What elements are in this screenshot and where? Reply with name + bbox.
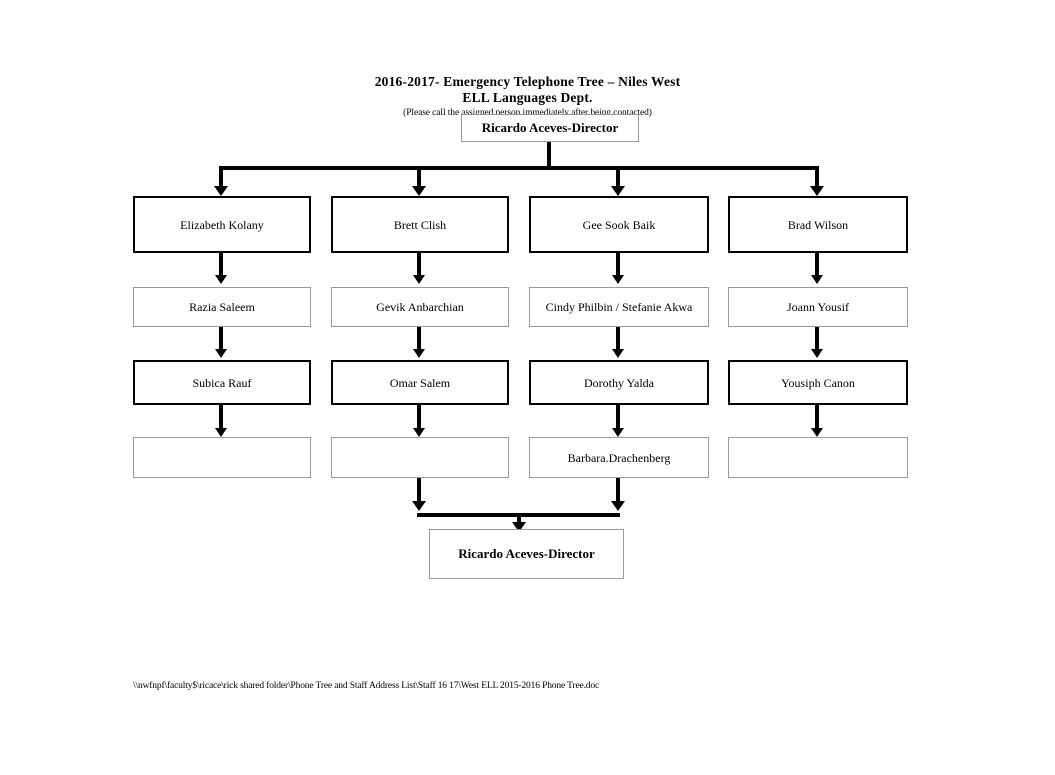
arrow-head-col2	[412, 186, 426, 196]
footer-file-path: \\nwfnpf\faculty$\ricace\rick shared fol…	[133, 681, 600, 691]
node-label: Joann Yousif	[786, 300, 849, 314]
node-r1c1: Elizabeth Kolany	[133, 196, 311, 253]
connector-r3c2-r4c2	[417, 405, 421, 430]
node-label: Brett Clish	[393, 217, 447, 232]
node-r1c3: Gee Sook Baik	[529, 196, 709, 253]
node-label: Gee Sook Baik	[582, 217, 656, 232]
node-r4c4	[728, 437, 908, 478]
arrow-head-r3c4	[811, 349, 823, 358]
node-label: Gevik Anbarchian	[376, 300, 464, 314]
connector-root-stub	[547, 142, 551, 166]
node-bottom-director: Ricardo Aceves-Director	[429, 529, 624, 579]
node-label: Barbara.Drachenberg	[567, 450, 671, 465]
connector-drop-col1	[219, 166, 223, 188]
node-r4c3: Barbara.Drachenberg	[529, 437, 709, 478]
node-label: Yousiph Canon	[781, 375, 855, 390]
connector-r3c3-r4c3	[616, 405, 620, 430]
node-r4c2	[331, 437, 509, 478]
arrow-head-r2c4	[811, 275, 823, 284]
arrow-head-converge-right	[611, 501, 625, 511]
page-title-line-2: ELL Languages Dept.	[462, 90, 593, 105]
node-r3c1: Subica Rauf	[133, 360, 311, 405]
node-label: Ricardo Aceves-Director	[458, 546, 595, 561]
arrow-head-converge-left	[412, 501, 426, 511]
arrow-head-r2c1	[215, 275, 227, 284]
node-r4c1	[133, 437, 311, 478]
node-r3c2: Omar Salem	[331, 360, 509, 405]
connector-r1c3-r2c3	[616, 253, 620, 277]
node-label: Omar Salem	[389, 375, 451, 390]
phone-tree-diagram: 2016-2017- Emergency Telephone Tree – Ni…	[0, 0, 1055, 775]
arrow-head-r4c3	[612, 428, 624, 437]
connector-r1c4-r2c4	[815, 253, 819, 277]
connector-distribution-bar	[221, 166, 819, 170]
arrow-head-r2c3	[612, 275, 624, 284]
node-r3c3: Dorothy Yalda	[529, 360, 709, 405]
arrow-head-r3c2	[413, 349, 425, 358]
connector-r2c4-r3c4	[815, 327, 819, 351]
arrow-head-r4c2	[413, 428, 425, 437]
connector-r3c4-r4c4	[815, 405, 819, 430]
arrow-head-col1	[214, 186, 228, 196]
node-r1c4: Brad Wilson	[728, 196, 908, 253]
node-r2c4: Joann Yousif	[728, 287, 908, 327]
node-r1c2: Brett Clish	[331, 196, 509, 253]
node-r2c3: Cindy Philbin / Stefanie Akwa	[529, 287, 709, 327]
node-r2c2: Gevik Anbarchian	[331, 287, 509, 327]
connector-drop-col4	[815, 166, 819, 188]
connector-converge-right	[616, 478, 620, 503]
node-label: Elizabeth Kolany	[180, 217, 264, 232]
connector-drop-col2	[417, 166, 421, 188]
arrow-head-r3c1	[215, 349, 227, 358]
connector-converge-left	[417, 478, 421, 503]
connector-r2c2-r3c2	[417, 327, 421, 351]
arrow-head-r3c3	[612, 349, 624, 358]
arrow-head-r4c1	[215, 428, 227, 437]
arrow-head-r2c2	[413, 275, 425, 284]
arrow-head-col3	[611, 186, 625, 196]
node-label: Subica Rauf	[192, 375, 252, 390]
connector-r3c1-r4c1	[219, 405, 223, 430]
arrow-head-r4c4	[811, 428, 823, 437]
node-root-director: Ricardo Aceves-Director	[461, 114, 639, 142]
node-label: Brad Wilson	[787, 217, 849, 232]
node-label: Razia Saleem	[189, 300, 255, 314]
node-label: Ricardo Aceves-Director	[481, 120, 619, 135]
node-r3c4: Yousiph Canon	[728, 360, 908, 405]
node-r2c1: Razia Saleem	[133, 287, 311, 327]
connector-r1c2-r2c2	[417, 253, 421, 277]
connector-r1c1-r2c1	[219, 253, 223, 277]
node-label: Dorothy Yalda	[583, 375, 654, 390]
node-label: Cindy Philbin / Stefanie Akwa	[545, 300, 693, 314]
connector-drop-col3	[616, 166, 620, 188]
connector-r2c3-r3c3	[616, 327, 620, 351]
connector-r2c1-r3c1	[219, 327, 223, 351]
page-title-line-1: 2016-2017- Emergency Telephone Tree – Ni…	[374, 74, 681, 89]
arrow-head-col4	[810, 186, 824, 196]
